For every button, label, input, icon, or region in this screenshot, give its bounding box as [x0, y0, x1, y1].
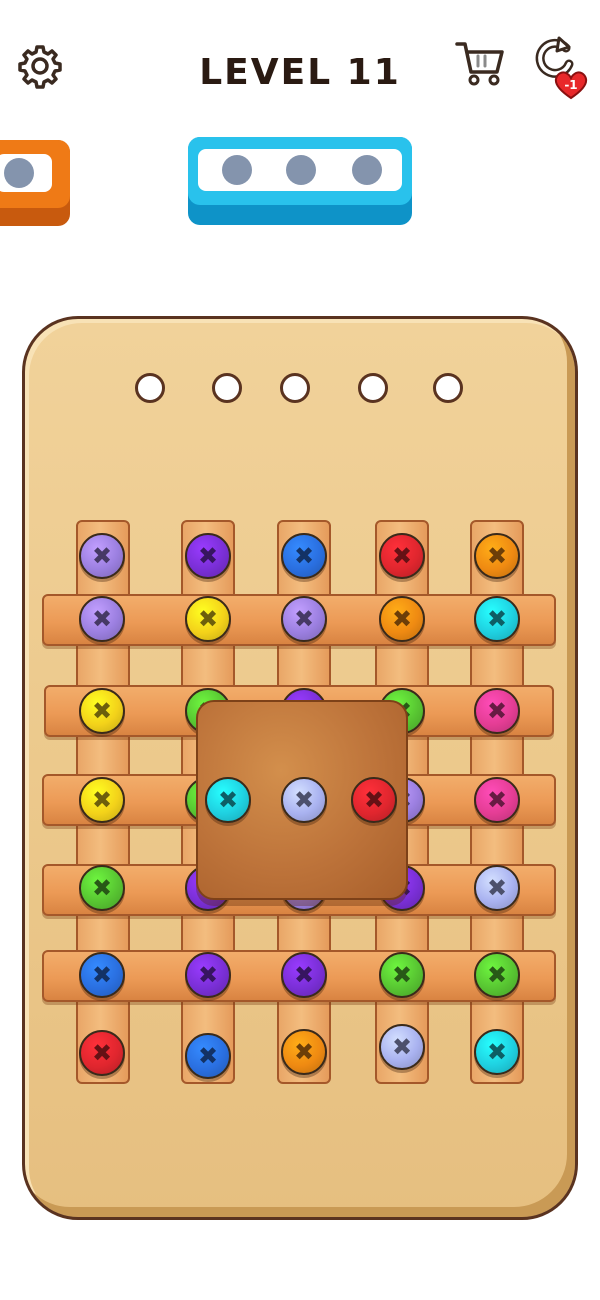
screw-cross-icon: ✖	[217, 786, 239, 814]
undo-count-badge: -1	[554, 70, 588, 100]
board-hole[interactable]	[212, 373, 242, 403]
empty-hole	[4, 158, 34, 188]
screw-cross-icon: ✖	[486, 1038, 508, 1066]
screw-cross-icon: ✖	[91, 961, 113, 989]
screw-orange[interactable]: ✖	[281, 1029, 327, 1075]
holder-slot	[0, 154, 52, 192]
screw-cross-icon: ✖	[486, 786, 508, 814]
screw-cross-icon: ✖	[293, 605, 315, 633]
screw-pink[interactable]: ✖	[474, 688, 520, 734]
screw-periwinkle[interactable]: ✖	[281, 777, 327, 823]
board-hole[interactable]	[135, 373, 165, 403]
screw-green[interactable]: ✖	[474, 952, 520, 998]
screw-periwinkle[interactable]: ✖	[379, 1024, 425, 1070]
screw-cross-icon: ✖	[197, 961, 219, 989]
screw-red[interactable]: ✖	[351, 777, 397, 823]
level-title: LEVEL 11	[199, 52, 401, 93]
screw-purple[interactable]: ✖	[185, 952, 231, 998]
screw-cross-icon: ✖	[391, 542, 413, 570]
screw-cross-icon: ✖	[486, 961, 508, 989]
screw-cross-icon: ✖	[91, 786, 113, 814]
screw-cross-icon: ✖	[197, 1042, 219, 1070]
screw-blue[interactable]: ✖	[281, 533, 327, 579]
undo-button[interactable]: -1	[530, 32, 592, 102]
screw-orange[interactable]: ✖	[474, 533, 520, 579]
cart-icon	[455, 42, 504, 86]
screw-red[interactable]: ✖	[379, 533, 425, 579]
screw-purple[interactable]: ✖	[281, 952, 327, 998]
screw-cross-icon: ✖	[91, 1039, 113, 1067]
screw-cyan[interactable]: ✖	[474, 596, 520, 642]
screw-cyan[interactable]: ✖	[474, 1029, 520, 1075]
screw-cross-icon: ✖	[293, 786, 315, 814]
screw-cross-icon: ✖	[91, 605, 113, 633]
screw-lavender[interactable]: ✖	[79, 596, 125, 642]
screw-cross-icon: ✖	[486, 542, 508, 570]
screw-cross-icon: ✖	[197, 542, 219, 570]
screw-cross-icon: ✖	[363, 786, 385, 814]
screw-orange[interactable]: ✖	[379, 596, 425, 642]
screw-holder-cyan	[188, 137, 412, 225]
screw-cross-icon: ✖	[293, 542, 315, 570]
screw-cross-icon: ✖	[391, 1033, 413, 1061]
board-hole[interactable]	[280, 373, 310, 403]
screw-cross-icon: ✖	[391, 605, 413, 633]
screw-cross-icon: ✖	[197, 605, 219, 633]
screw-lavender[interactable]: ✖	[281, 596, 327, 642]
screw-blue[interactable]: ✖	[185, 1033, 231, 1079]
screw-cross-icon: ✖	[91, 874, 113, 902]
screw-green[interactable]: ✖	[79, 865, 125, 911]
screw-lavender[interactable]: ✖	[79, 533, 125, 579]
screw-red[interactable]: ✖	[79, 1030, 125, 1076]
undo-count: -1	[564, 78, 578, 92]
screw-cross-icon: ✖	[486, 697, 508, 725]
shop-button[interactable]	[454, 36, 508, 90]
screw-yellow[interactable]: ✖	[79, 688, 125, 734]
screw-cross-icon: ✖	[486, 874, 508, 902]
empty-hole	[286, 155, 316, 185]
board-hole[interactable]	[358, 373, 388, 403]
screw-cross-icon: ✖	[91, 542, 113, 570]
screw-cross-icon: ✖	[293, 961, 315, 989]
screw-cross-icon: ✖	[293, 1038, 315, 1066]
screw-cross-icon: ✖	[391, 961, 413, 989]
screw-cross-icon: ✖	[91, 697, 113, 725]
holder-slot	[198, 149, 402, 191]
screw-cyan[interactable]: ✖	[205, 777, 251, 823]
board-hole[interactable]	[433, 373, 463, 403]
empty-hole	[222, 155, 252, 185]
screw-yellow[interactable]: ✖	[79, 777, 125, 823]
screw-blue[interactable]: ✖	[79, 952, 125, 998]
screw-green[interactable]: ✖	[379, 952, 425, 998]
empty-hole	[352, 155, 382, 185]
screw-pink[interactable]: ✖	[474, 777, 520, 823]
screw-yellow[interactable]: ✖	[185, 596, 231, 642]
screw-periwinkle[interactable]: ✖	[474, 865, 520, 911]
screw-holder-orange	[0, 140, 70, 226]
screw-cross-icon: ✖	[486, 605, 508, 633]
screw-purple[interactable]: ✖	[185, 533, 231, 579]
